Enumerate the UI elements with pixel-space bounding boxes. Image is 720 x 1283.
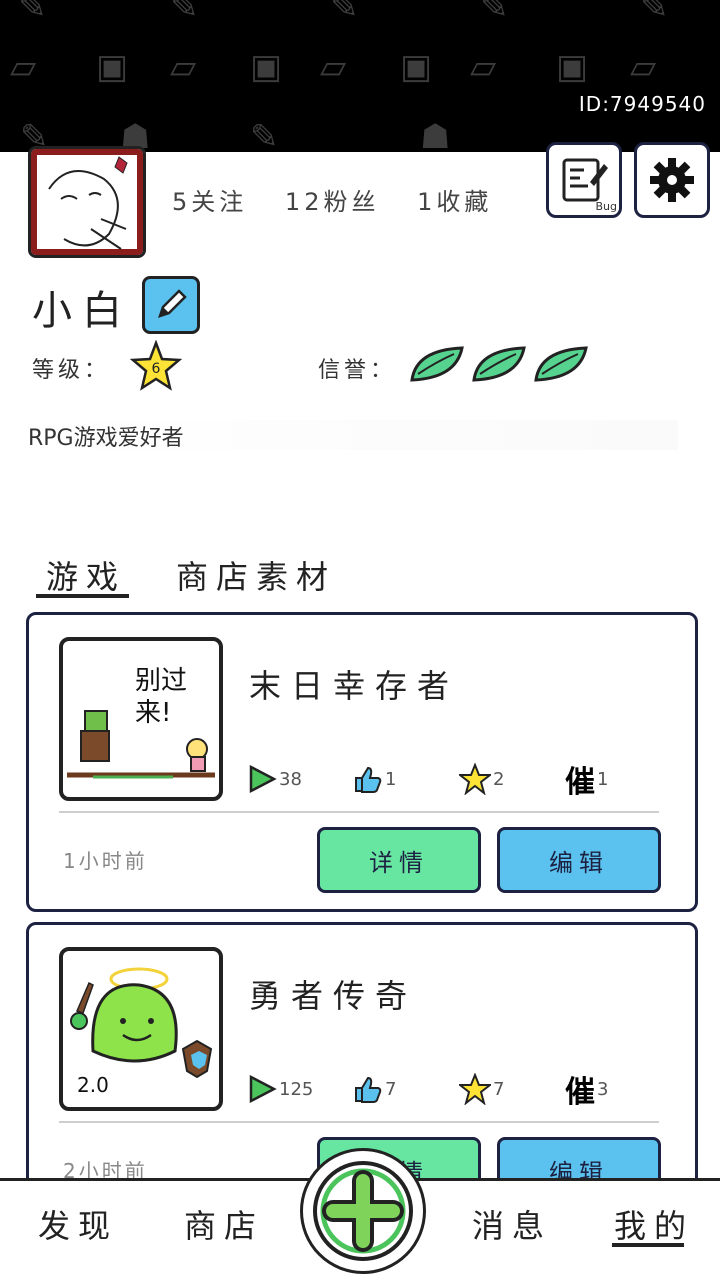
reputation-leaves — [408, 344, 588, 384]
game-card[interactable]: 别过来! 末日幸存者 38 1 2 催1 1小时前 详情 编辑 — [26, 612, 698, 912]
bio-text: RPG游戏爱好者 — [28, 420, 678, 451]
play-icon — [249, 764, 277, 794]
level-value: 6 — [152, 361, 161, 377]
tab-shop-assets[interactable]: 商店素材 — [176, 552, 336, 598]
user-id: ID:7949540 — [578, 92, 706, 116]
leaf-icon — [472, 346, 526, 382]
edit-profile-button[interactable] — [142, 276, 200, 334]
thumbs-up-icon — [355, 766, 382, 793]
gear-icon — [650, 158, 694, 202]
pencil-icon — [158, 289, 187, 318]
settings-button[interactable] — [634, 142, 710, 218]
urge-count: 3 — [597, 1078, 609, 1100]
like-count: 7 — [385, 1078, 397, 1100]
level-star-icon: 6 — [130, 340, 182, 391]
urge-icon: 催 — [565, 765, 595, 800]
favorites-count[interactable]: 1收藏 — [417, 188, 492, 216]
play-count: 125 — [279, 1078, 314, 1100]
detail-button[interactable]: 详情 — [317, 827, 481, 893]
leaf-icon — [410, 346, 464, 382]
star-icon — [459, 1073, 491, 1105]
game-title: 末日幸存者 — [249, 667, 460, 705]
thumbnail-caption: 别过来! — [135, 666, 188, 728]
nav-messages[interactable]: 消息 — [472, 1201, 552, 1247]
fans-count[interactable]: 12粉丝 — [285, 188, 380, 216]
plus-icon — [313, 1161, 413, 1261]
game-title: 勇者传奇 — [249, 977, 418, 1015]
nav-discover[interactable]: 发现 — [38, 1201, 118, 1247]
profile-stats: 5关注 12粉丝 1收藏 — [172, 182, 518, 217]
nickname: 小白 — [32, 288, 132, 334]
play-icon — [249, 1074, 277, 1104]
leaf-icon — [534, 346, 588, 382]
bug-report-button[interactable]: Bug — [546, 142, 622, 218]
updated-time: 1小时前 — [63, 849, 148, 873]
thumbnail-caption: 2.0 — [77, 1073, 109, 1097]
urge-count: 1 — [597, 768, 609, 790]
reputation-label: 信誉： — [318, 358, 397, 383]
nav-mine[interactable]: 我的 — [614, 1201, 694, 1247]
follow-count[interactable]: 5关注 — [172, 188, 247, 216]
star-icon — [459, 763, 491, 795]
game-stats: 125 7 7 催3 — [247, 1067, 671, 1111]
edit-button[interactable]: 编辑 — [497, 827, 661, 893]
play-count: 38 — [279, 768, 302, 790]
thumbs-up-icon — [355, 1076, 382, 1103]
active-nav-indicator — [612, 1243, 684, 1247]
nav-shop[interactable]: 商店 — [184, 1201, 264, 1247]
game-thumbnail: 别过来! — [59, 637, 223, 801]
urge-icon: 催 — [565, 1075, 595, 1110]
game-stats: 38 1 2 催1 — [247, 757, 671, 801]
tab-games[interactable]: 游戏 — [46, 552, 126, 598]
active-tab-indicator — [36, 594, 129, 598]
bug-label: Bug — [595, 200, 617, 213]
card-divider — [59, 1121, 659, 1123]
avatar[interactable] — [28, 146, 146, 258]
create-button[interactable] — [300, 1148, 426, 1274]
star-count: 2 — [493, 768, 505, 790]
like-count: 1 — [385, 768, 397, 790]
star-count: 7 — [493, 1078, 505, 1100]
level-label: 等级： — [32, 358, 111, 383]
game-thumbnail: 2.0 — [59, 947, 223, 1111]
header-banner: ✎ ✎ ✎ ✎ ✎ ▱ ▣ ▱ ▣ ▱ ▣ ▱ ▣ ▱ ✎ ☗ ✎ ☗ ID:7949540 — [0, 0, 720, 152]
card-divider — [59, 811, 659, 813]
